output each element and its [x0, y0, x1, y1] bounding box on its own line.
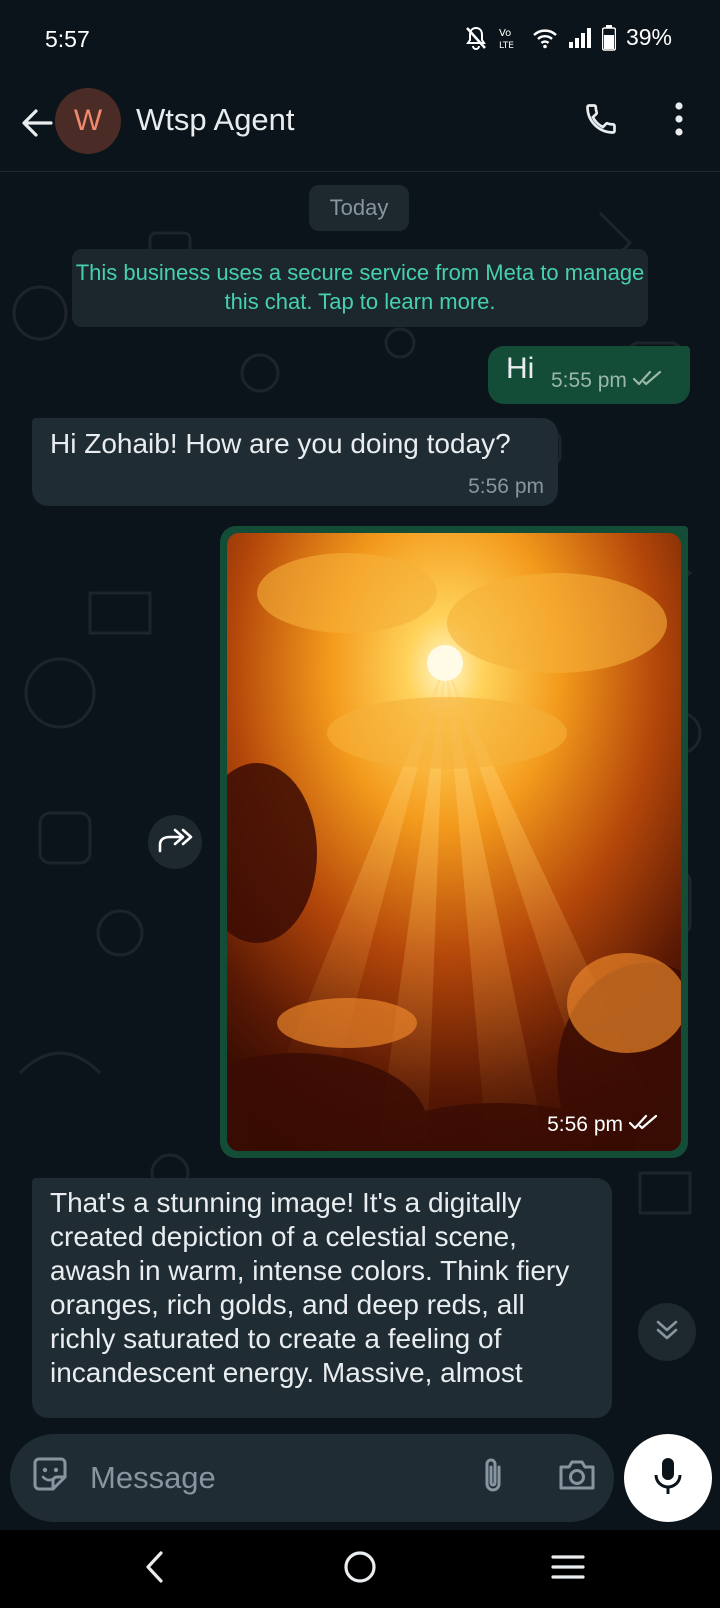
voice-call-button[interactable] — [578, 98, 624, 144]
battery-percent: 39% — [625, 24, 672, 50]
camera-icon — [557, 1458, 597, 1497]
message-input[interactable] — [90, 1456, 450, 1500]
attach-icon — [479, 1455, 507, 1500]
business-security-notice[interactable]: This business uses a secure service from… — [72, 249, 648, 327]
double-chevron-down-icon — [654, 1317, 680, 1348]
camera-button[interactable] — [552, 1454, 602, 1500]
message-time: 5:56 pm — [468, 475, 544, 498]
nav-home-button[interactable] — [335, 1544, 385, 1594]
signal-icon — [568, 27, 592, 49]
nav-recents-button[interactable] — [543, 1544, 593, 1594]
nav-home-icon — [342, 1549, 378, 1590]
phone-icon — [583, 101, 619, 142]
status-bar: 5:57 Vo LTE 39% — [0, 0, 720, 80]
message-text: That's a stunning image! It's a digitall… — [50, 1187, 570, 1388]
nav-recents-icon — [550, 1553, 586, 1586]
voice-record-button[interactable] — [624, 1434, 712, 1522]
shared-image[interactable]: 5:56 pm — [227, 533, 681, 1151]
sticker-icon — [31, 1455, 71, 1500]
date-chip: Today — [309, 185, 409, 231]
contact-name[interactable]: Wtsp Agent — [136, 102, 295, 138]
more-options-button[interactable] — [656, 98, 702, 144]
message-time: 5:55 pm — [551, 369, 627, 392]
back-arrow-icon — [21, 108, 53, 143]
svg-text:Vo: Vo — [499, 28, 511, 39]
avatar[interactable]: W — [55, 88, 121, 154]
more-vert-icon — [674, 101, 684, 141]
outgoing-message[interactable]: Hi 5:55 pm — [488, 346, 690, 404]
incoming-message[interactable]: That's a stunning image! It's a digitall… — [32, 1178, 612, 1418]
system-nav-bar — [0, 1530, 720, 1608]
svg-text:LTE: LTE — [499, 41, 514, 51]
attach-button[interactable] — [470, 1454, 516, 1500]
scroll-to-bottom-button[interactable] — [638, 1303, 696, 1361]
message-time: 5:56 pm — [547, 1113, 623, 1136]
status-icons: Vo LTE 39% — [464, 24, 672, 51]
battery-icon — [601, 24, 616, 51]
message-meta: 5:56 pm — [547, 1113, 659, 1137]
nav-back-icon — [143, 1550, 167, 1589]
message-composer — [10, 1434, 614, 1522]
message-text: Hi — [506, 352, 535, 385]
double-check-icon — [628, 1113, 659, 1137]
chat-area[interactable]: Today This business uses a secure servic… — [0, 173, 720, 1433]
message-text: Hi Zohaib! How are you doing today? — [50, 428, 511, 459]
wifi-icon — [532, 27, 558, 49]
mute-bell-icon — [464, 25, 488, 51]
double-check-icon — [632, 369, 663, 393]
forward-button[interactable] — [148, 815, 202, 869]
mic-icon — [653, 1456, 683, 1501]
volte-icon: Vo LTE — [498, 25, 522, 51]
forward-icon — [157, 827, 193, 858]
message-meta: 5:55 pm — [551, 369, 663, 393]
back-button[interactable] — [14, 102, 60, 148]
chat-header: W Wtsp Agent — [0, 80, 720, 172]
nav-back-button[interactable] — [130, 1544, 180, 1594]
sticker-button[interactable] — [28, 1454, 74, 1500]
status-time: 5:57 — [45, 26, 90, 52]
incoming-message[interactable]: Hi Zohaib! How are you doing today? 5:56… — [32, 418, 558, 506]
outgoing-image-message[interactable]: 5:56 pm — [220, 526, 688, 1158]
